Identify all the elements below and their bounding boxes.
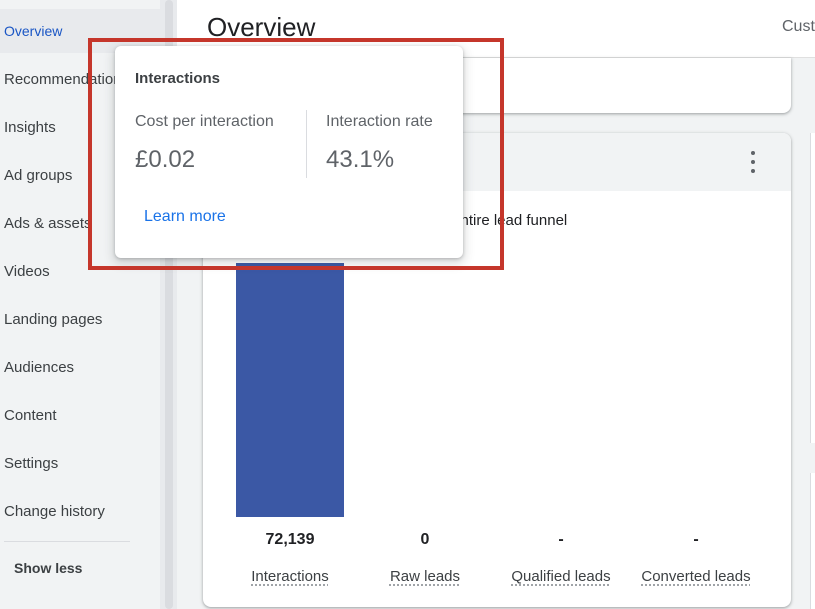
sidebar-item-label: Settings	[4, 454, 59, 472]
more-vert-icon[interactable]	[743, 151, 763, 173]
sidebar-item-label: Change history	[4, 502, 105, 520]
interaction-rate-value: 43.1%	[326, 146, 395, 173]
chart-value-label: -	[693, 531, 699, 548]
sidebar-item-label: Content	[4, 406, 57, 424]
side-card	[810, 133, 815, 443]
chart-category-label[interactable]: Raw leads	[355, 568, 495, 585]
chart-value-label: 72,139	[265, 531, 315, 548]
chart-bar[interactable]	[236, 263, 344, 517]
chart-category-label[interactable]: Converted leads	[626, 568, 766, 585]
sidebar-item-label: Audiences	[4, 358, 75, 376]
chart-value-label: 0	[420, 531, 430, 548]
sidebar-item-audiences[interactable]: Audiences	[0, 345, 160, 389]
sidebar-item-label: Videos	[4, 262, 50, 280]
sidebar-item-landing-pages[interactable]: Landing pages	[0, 297, 160, 341]
sidebar-divider	[4, 541, 130, 542]
tooltip-divider	[306, 110, 307, 178]
sidebar-item-label: Ads & assets	[4, 214, 92, 232]
chart-category-label[interactable]: Interactions	[220, 568, 360, 585]
header-customize-link[interactable]: Cust	[782, 18, 815, 36]
sidebar-item-content[interactable]: Content	[0, 393, 160, 437]
show-less-button[interactable]: Show less	[14, 560, 82, 576]
chart-value-label: -	[558, 531, 564, 548]
sidebar-item-change-history[interactable]: Change history	[0, 489, 160, 533]
sidebar-item-settings[interactable]: Settings	[0, 441, 160, 485]
sidebar-item-label: Recommendations	[4, 70, 130, 88]
sidebar-item-label: Insights	[4, 118, 56, 136]
tooltip-title: Interactions	[135, 70, 221, 87]
page-title: Overview	[207, 12, 316, 42]
cost-per-interaction-label: Cost per interaction	[135, 113, 274, 130]
interaction-rate-label: Interaction rate	[326, 113, 433, 130]
learn-more-link[interactable]: Learn more	[144, 208, 226, 226]
sidebar-item-label: Landing pages	[4, 310, 103, 328]
side-card	[810, 473, 815, 609]
cost-per-interaction-value: £0.02	[135, 146, 196, 173]
chart-category-label[interactable]: Qualified leads	[491, 568, 631, 585]
interactions-tooltip: Interactions Cost per interaction £0.02 …	[115, 46, 463, 258]
sidebar-item-label: Ad groups	[4, 166, 73, 184]
sidebar-item-label: Overview	[4, 23, 63, 39]
